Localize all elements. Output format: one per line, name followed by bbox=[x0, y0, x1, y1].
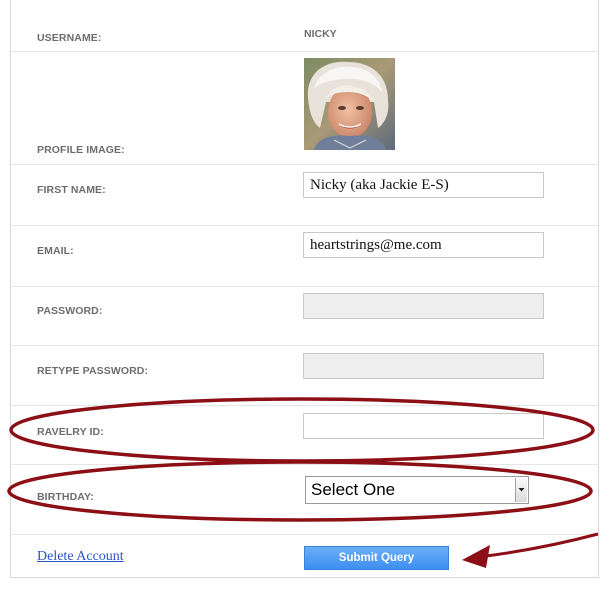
password-field[interactable] bbox=[303, 293, 544, 319]
ravelry-id-label: RAVELRY ID: bbox=[37, 426, 104, 438]
select-arrow-button[interactable] bbox=[515, 478, 527, 502]
chevron-down-icon bbox=[518, 488, 525, 492]
birthday-select[interactable]: Select One bbox=[305, 476, 529, 504]
profile-avatar[interactable] bbox=[304, 58, 395, 150]
birthday-label: BIRTHDAY: bbox=[37, 491, 94, 503]
username-label: USERNAME: bbox=[37, 32, 102, 44]
first-name-label: FIRST NAME: bbox=[37, 184, 106, 196]
delete-account-link[interactable]: Delete Account bbox=[37, 549, 124, 565]
profile-image-label: PROFILE IMAGE: bbox=[37, 144, 125, 156]
birthday-selected-value: Select One bbox=[311, 480, 396, 499]
avatar-portrait bbox=[304, 58, 395, 150]
username-value: NICKY bbox=[304, 28, 337, 40]
submit-query-button[interactable]: Submit Query bbox=[304, 546, 449, 570]
row-divider bbox=[10, 0, 599, 52]
email-field[interactable] bbox=[303, 232, 544, 258]
email-label: EMAIL: bbox=[37, 245, 74, 257]
password-label: PASSWORD: bbox=[37, 305, 103, 317]
first-name-field[interactable] bbox=[303, 172, 544, 198]
ravelry-id-field[interactable] bbox=[303, 413, 544, 439]
retype-password-label: RETYPE PASSWORD: bbox=[37, 365, 149, 377]
retype-password-field[interactable] bbox=[303, 353, 544, 379]
